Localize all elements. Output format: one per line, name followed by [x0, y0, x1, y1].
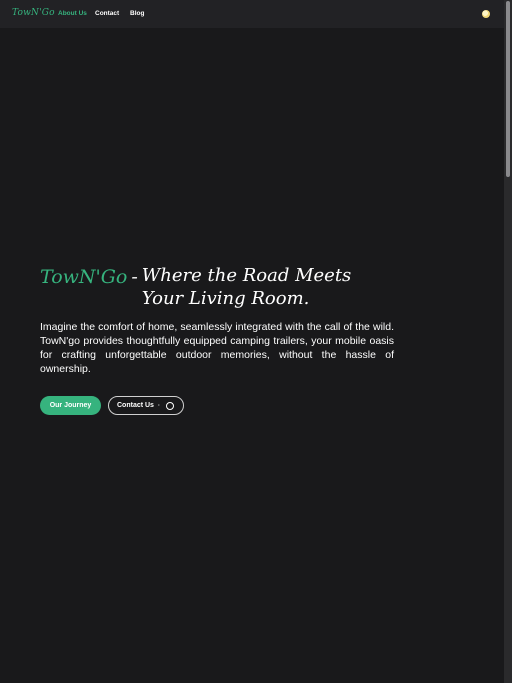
separator-dot: · [157, 402, 160, 409]
nav-link-contact[interactable]: Contact [95, 10, 119, 17]
navbar: TowN'Go About Us Contact Blog [0, 0, 504, 28]
scrollbar[interactable] [504, 0, 512, 683]
our-journey-label: Our Journey [49, 402, 92, 409]
brand-logo[interactable]: TowN'Go [12, 8, 55, 18]
hero-dash: - [131, 266, 138, 288]
sun-icon[interactable] [482, 10, 490, 18]
contact-us-label: Contact Us [117, 402, 154, 409]
hero-brand: TowN'Go [40, 266, 128, 288]
contact-us-button[interactable]: Contact Us · [108, 396, 184, 415]
circle-icon [165, 401, 174, 410]
hero-tagline: Where the Road Meets Your Living Room. [141, 265, 352, 309]
nav-link-about-us[interactable]: About Us [58, 10, 87, 17]
hero-description: Imagine the comfort of home, seamlessly … [40, 321, 394, 375]
our-journey-button[interactable]: Our Journey [40, 396, 101, 415]
hero-title: TowN'Go - Where the Road Meets Your Livi… [40, 264, 410, 310]
scrollbar-thumb[interactable] [506, 1, 510, 177]
nav-link-blog[interactable]: Blog [130, 10, 144, 17]
